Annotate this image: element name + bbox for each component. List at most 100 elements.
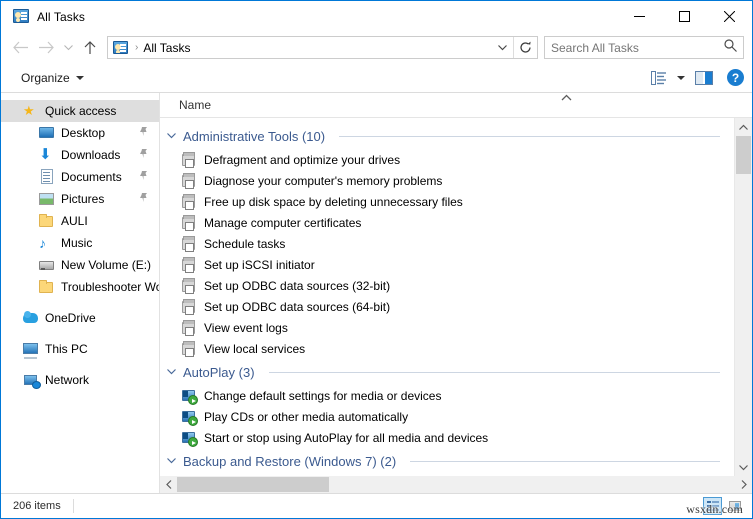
search-box[interactable] [544, 36, 744, 59]
view-dropdown-chevron-down-icon[interactable] [673, 66, 689, 90]
list-item[interactable]: Change default settings for media or dev… [160, 385, 734, 406]
scroll-left-icon[interactable] [160, 476, 177, 493]
list-item[interactable]: Defragment and optimize your drives [160, 149, 734, 170]
list-item[interactable]: Set up ODBC data sources (32-bit) [160, 275, 734, 296]
list-item[interactable]: Set up ODBC data sources (64-bit) [160, 296, 734, 317]
list-item-label: Defragment and optimize your drives [204, 153, 400, 167]
sidebar-spacer [1, 298, 159, 307]
list-item[interactable]: Start or stop using AutoPlay for all med… [160, 427, 734, 448]
list-item-label: Set up ODBC data sources (32-bit) [204, 279, 390, 293]
sidebar-item-label: Music [61, 236, 92, 250]
scroll-right-icon[interactable] [735, 476, 752, 493]
sidebar-item-documents[interactable]: Documents [1, 166, 159, 188]
sidebar-item-new-volume-e[interactable]: New Volume (E:) [1, 254, 159, 276]
refresh-icon[interactable] [513, 37, 537, 58]
sidebar-item-label: Troubleshooter Wor [61, 280, 159, 294]
group-header[interactable]: Administrative Tools (10) [160, 123, 734, 149]
group-header[interactable]: AutoPlay (3) [160, 359, 734, 385]
item-count-label: 206 items [13, 500, 61, 512]
list-item-label: View event logs [204, 321, 288, 335]
sidebar-item-network[interactable]: Network [1, 369, 159, 391]
list-item-label: Start or stop using AutoPlay for all med… [204, 431, 488, 445]
command-bar: Organize [1, 63, 752, 93]
download-icon: ⬇ [39, 147, 55, 163]
list-item[interactable]: Diagnose your computer's memory problems [160, 170, 734, 191]
breadcrumb-separator: › [135, 42, 138, 53]
chevron-down-icon[interactable] [165, 366, 177, 378]
back-icon[interactable] [7, 36, 33, 60]
chevron-down-icon[interactable] [165, 455, 177, 467]
breadcrumb-path[interactable]: All Tasks [143, 41, 190, 55]
maximize-button[interactable] [662, 1, 707, 32]
list-item-label: Change default settings for media or dev… [204, 389, 441, 403]
command-bar-right: ? [647, 66, 744, 90]
sidebar-item-desktop[interactable]: Desktop [1, 122, 159, 144]
folder-icon [39, 213, 55, 229]
organize-button[interactable]: Organize [15, 68, 90, 88]
details-view-button[interactable] [703, 497, 722, 515]
address-dropdown-icon[interactable] [491, 37, 513, 58]
pin-icon[interactable] [138, 126, 149, 140]
group-header[interactable]: Backup and Restore (Windows 7) (2) [160, 448, 734, 474]
star-icon: ★ [23, 103, 39, 119]
large-icons-view-button[interactable] [725, 497, 744, 515]
sidebar-item-troubleshooter-wor[interactable]: Troubleshooter Wor [1, 276, 159, 298]
list-item[interactable]: Manage computer certificates [160, 212, 734, 233]
organize-label: Organize [21, 71, 70, 85]
search-input[interactable] [551, 41, 724, 55]
list-item-label: Diagnose your computer's memory problems [204, 174, 442, 188]
address-bar[interactable]: › All Tasks [107, 36, 538, 59]
list-item[interactable]: Free up disk space by deleting unnecessa… [160, 191, 734, 212]
scroll-up-icon[interactable] [735, 118, 752, 135]
list-item[interactable]: View local services [160, 338, 734, 359]
sidebar-item-pictures[interactable]: Pictures [1, 188, 159, 210]
preview-pane-icon[interactable] [691, 66, 717, 90]
autoplay-icon [181, 409, 197, 425]
pin-icon[interactable] [138, 170, 149, 184]
list-item[interactable]: Schedule tasks [160, 233, 734, 254]
sidebar-item-onedrive[interactable]: OneDrive [1, 307, 159, 329]
chevron-down-icon[interactable] [165, 130, 177, 142]
sidebar-item-music[interactable]: ♪Music [1, 232, 159, 254]
column-header-name[interactable]: Name [160, 98, 211, 112]
status-bar: 206 items wsxdn.com [1, 493, 752, 518]
details-view-icon [707, 501, 719, 511]
list-item[interactable]: Set up iSCSI initiator [160, 254, 734, 275]
column-header-row: Name [160, 93, 752, 118]
view-list-icon[interactable] [647, 66, 671, 90]
sidebar-item-label: Quick access [45, 104, 116, 118]
list-item-label: Set up ODBC data sources (64-bit) [204, 300, 390, 314]
scroll-down-icon[interactable] [735, 459, 752, 476]
forward-icon[interactable] [33, 36, 59, 60]
pin-icon[interactable] [138, 192, 149, 206]
status-divider [73, 499, 74, 513]
close-button[interactable] [707, 1, 752, 32]
autoplay-icon [181, 430, 197, 446]
up-icon[interactable] [77, 36, 103, 60]
admin-tool-icon [181, 236, 197, 252]
search-icon[interactable] [724, 39, 737, 57]
list-item[interactable]: View event logs [160, 317, 734, 338]
sidebar-item-quick-access[interactable]: ★ Quick access [1, 100, 159, 122]
sidebar-item-downloads[interactable]: ⬇ Downloads [1, 144, 159, 166]
admin-tool-icon [181, 173, 197, 189]
sidebar-item-this-pc[interactable]: This PC [1, 338, 159, 360]
vertical-scrollbar[interactable] [734, 118, 752, 476]
group-title: Backup and Restore (Windows 7) (2) [183, 454, 396, 469]
horizontal-scrollbar-thumb[interactable] [177, 477, 329, 492]
recent-locations-icon[interactable] [59, 36, 77, 60]
address-bar-row: › All Tasks [1, 32, 752, 63]
this-pc-icon [23, 341, 39, 357]
horizontal-scrollbar[interactable] [160, 476, 752, 493]
sort-ascending-icon [561, 93, 572, 103]
sidebar-item-label: Downloads [61, 148, 120, 162]
sidebar-item-auli[interactable]: AULI [1, 210, 159, 232]
pin-icon[interactable] [138, 148, 149, 162]
sidebar-item-label: OneDrive [45, 311, 96, 325]
sidebar-item-label: Network [45, 373, 89, 387]
list-item[interactable]: Play CDs or other media automatically [160, 406, 734, 427]
vertical-scrollbar-thumb[interactable] [736, 136, 751, 174]
minimize-button[interactable] [617, 1, 662, 32]
large-icons-view-icon [729, 501, 741, 511]
help-icon[interactable]: ? [727, 69, 744, 86]
